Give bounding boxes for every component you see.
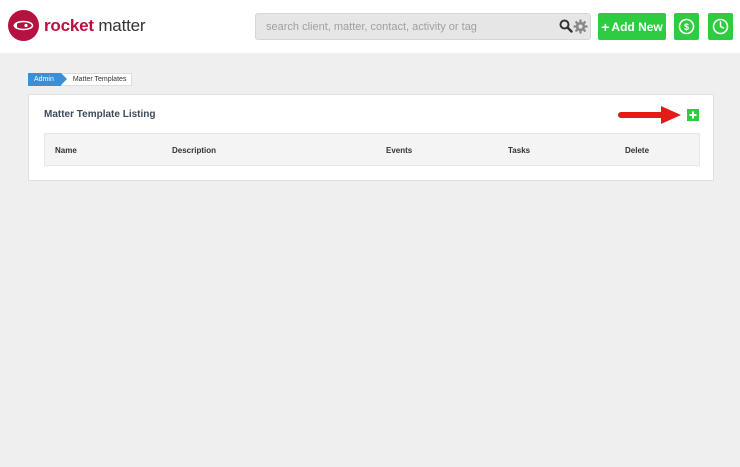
search-input[interactable] xyxy=(266,18,546,36)
panel-title: Matter Template Listing xyxy=(44,109,156,120)
gear-icon[interactable] xyxy=(573,19,588,34)
column-events[interactable]: Events xyxy=(386,146,412,155)
breadcrumb-matter-templates: Matter Templates xyxy=(60,73,133,86)
plus-icon: + xyxy=(601,18,610,35)
column-description[interactable]: Description xyxy=(172,146,216,155)
breadcrumb-admin[interactable]: Admin xyxy=(28,73,67,86)
add-template-button[interactable] xyxy=(687,109,699,121)
billing-button[interactable]: $ xyxy=(674,13,699,40)
template-table-header: Name Description Events Tasks Delete xyxy=(44,133,700,166)
breadcrumb: Admin Matter Templates xyxy=(28,73,133,86)
add-new-button[interactable]: + Add New xyxy=(598,13,666,40)
clock-icon xyxy=(712,18,729,35)
column-tasks[interactable]: Tasks xyxy=(508,146,530,155)
logo-rocket-icon xyxy=(8,10,39,41)
plus-icon xyxy=(689,111,697,119)
red-arrow-icon xyxy=(618,106,681,124)
column-delete[interactable]: Delete xyxy=(625,146,649,155)
global-search xyxy=(255,13,591,40)
svg-text:$: $ xyxy=(684,22,689,32)
search-icon[interactable] xyxy=(559,19,573,33)
top-header: rocket matter + Add New $ xyxy=(0,0,740,53)
rocket-matter-logo[interactable]: rocket matter xyxy=(8,10,146,41)
timer-button[interactable] xyxy=(708,13,733,40)
add-new-label: Add New xyxy=(611,19,663,34)
column-name[interactable]: Name xyxy=(55,146,77,155)
matter-template-panel: Matter Template Listing Name Description… xyxy=(28,94,714,181)
dollar-circle-icon: $ xyxy=(678,18,695,35)
logo-text: rocket matter xyxy=(44,15,146,35)
